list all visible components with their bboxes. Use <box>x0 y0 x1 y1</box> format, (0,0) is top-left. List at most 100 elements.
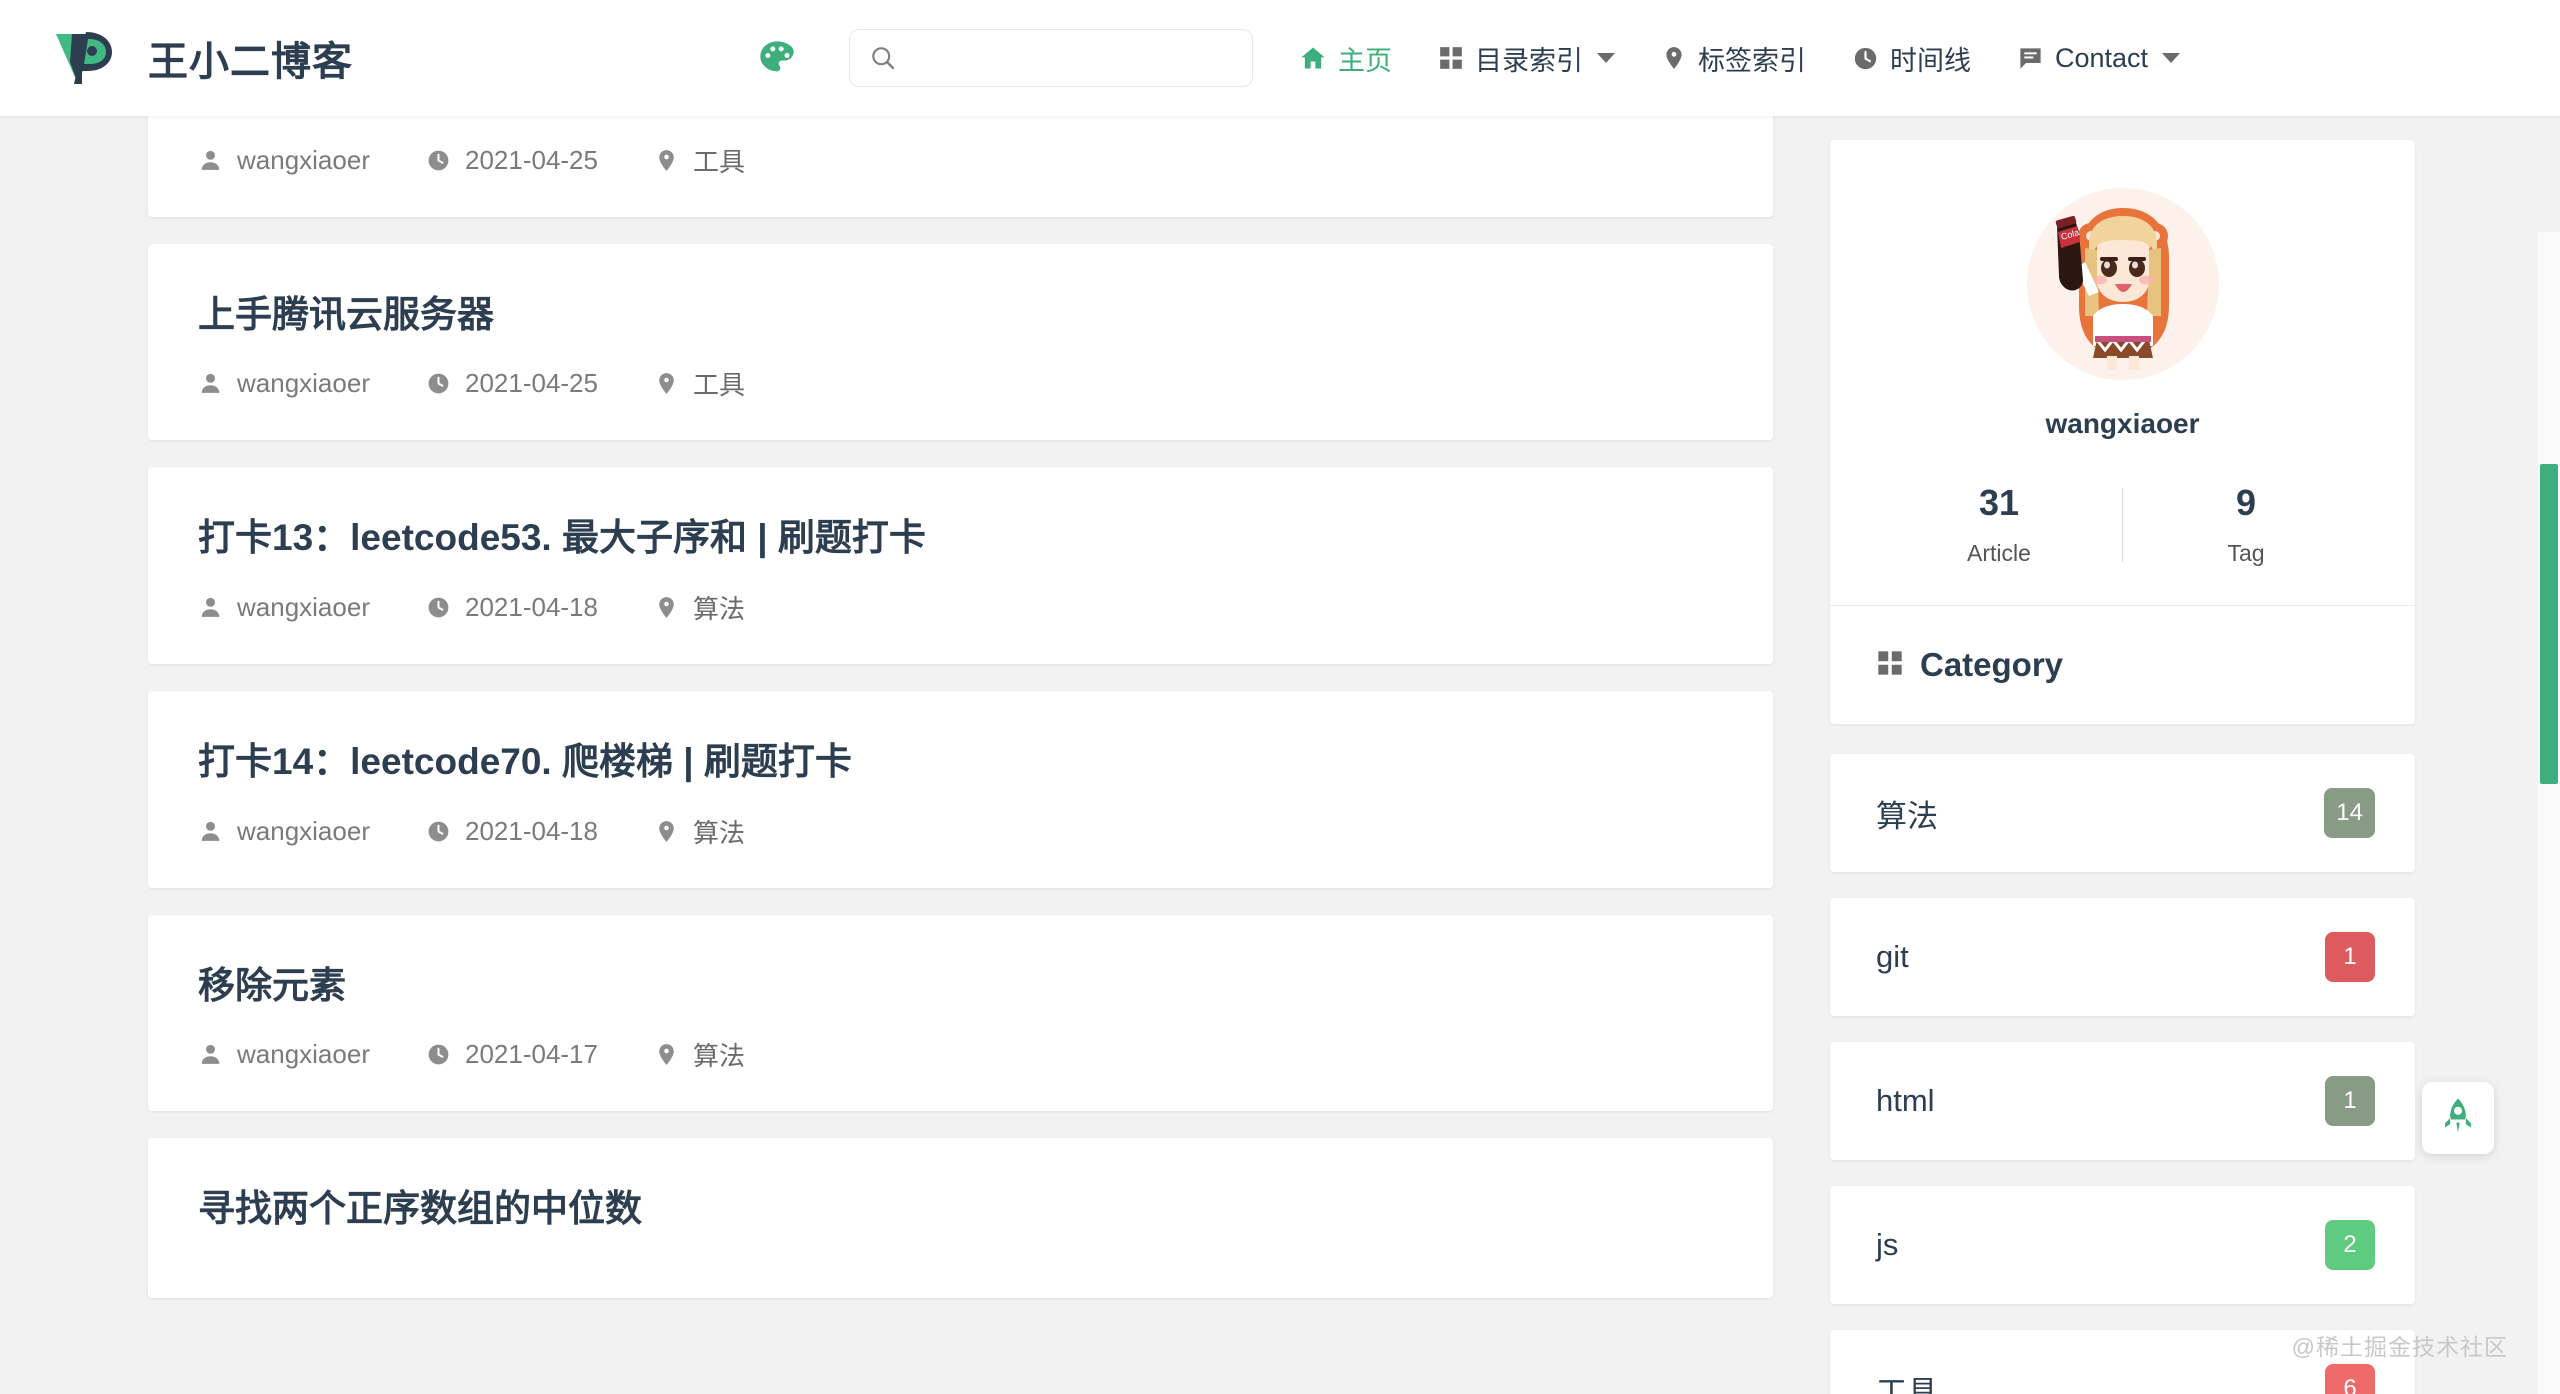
back-to-top-button[interactable] <box>2422 1082 2494 1154</box>
meta-author[interactable]: wangxiaoer <box>198 145 370 176</box>
meta-author[interactable]: wangxiaoer <box>198 592 370 623</box>
user-icon <box>198 371 223 396</box>
meta-author[interactable]: wangxiaoer <box>198 368 370 399</box>
category-name: 工具 <box>1876 1374 1938 1394</box>
nav-item-home-label: 主页 <box>1338 45 1392 76</box>
meta-tag[interactable]: 算法 <box>654 1036 745 1073</box>
chevron-down-icon[interactable] <box>2162 53 2181 63</box>
clock-icon <box>426 595 451 620</box>
nav-item-timeline[interactable]: 时间线 <box>1852 39 1971 78</box>
meta-tag[interactable]: 算法 <box>654 813 745 850</box>
meta-tag-text[interactable]: 算法 <box>693 589 745 626</box>
vuepress-vp-logo-icon <box>48 22 120 94</box>
meta-date: 2021-04-18 <box>426 592 598 623</box>
meta-author-text: wangxiaoer <box>237 1039 370 1070</box>
grid-icon <box>1876 649 1904 682</box>
meta-author[interactable]: wangxiaoer <box>198 1039 370 1070</box>
article-list: 可视化mockjs wangxiaoer 2021-04-25 <box>148 64 1773 1325</box>
category-item-suanfa[interactable]: 算法 14 <box>1830 754 2415 872</box>
meta-tag-text[interactable]: 工具 <box>693 365 745 402</box>
article-title[interactable]: 上手腾讯云服务器 <box>198 288 1723 342</box>
meta-tag[interactable]: 工具 <box>654 142 745 179</box>
message-icon <box>2017 45 2044 72</box>
article-title[interactable]: 打卡13：leetcode53. 最大子序和 | 刷题打卡 <box>198 511 1723 565</box>
stat-article[interactable]: 31 Article <box>1876 482 2122 567</box>
meta-tag-text[interactable]: 工具 <box>693 142 745 179</box>
search-input[interactable] <box>849 29 1253 87</box>
divider <box>1830 605 2415 606</box>
category-item-git[interactable]: git 1 <box>1830 898 2415 1016</box>
palette-icon[interactable] <box>753 34 801 82</box>
watermark: @稀土掘金技术社区 <box>2291 1334 2508 1360</box>
meta-author[interactable]: wangxiaoer <box>198 816 370 847</box>
meta-date: 2021-04-25 <box>426 145 598 176</box>
meta-date-text: 2021-04-17 <box>464 1039 598 1070</box>
nav-links: 主页 目录索引 标签索引 时间线 Contact <box>1299 39 2226 78</box>
article-card[interactable]: 打卡13：leetcode53. 最大子序和 | 刷题打卡 wangxiaoer… <box>148 467 1773 664</box>
meta-date: 2021-04-25 <box>426 368 598 399</box>
nav-item-timeline-label: 时间线 <box>1890 45 1971 76</box>
sidebar: Cola wangxiaoer 31 Article 9 Tag Categor… <box>1830 140 2415 1394</box>
nav-item-contact-label: Contact <box>2055 42 2149 73</box>
category-item-html[interactable]: html 1 <box>1830 1042 2415 1160</box>
search-box[interactable] <box>849 29 1253 87</box>
avatar: Cola <box>2026 188 2219 380</box>
stat-tag-label: Tag <box>2227 540 2265 566</box>
article-title[interactable]: 打卡14：leetcode70. 爬楼梯 | 刷题打卡 <box>198 735 1723 789</box>
profile-stats: 31 Article 9 Tag <box>1876 482 2369 567</box>
category-list: 算法 14 git 1 html 1 js 2 工具 6 <box>1830 754 2415 1394</box>
content-area: 可视化mockjs wangxiaoer 2021-04-25 <box>0 64 2560 1394</box>
page-root: 王小二博客 主页 目录索引 标签索引 时间线 Contact wangxiaoe… <box>0 0 2560 1394</box>
article-card[interactable]: 上手腾讯云服务器 wangxiaoer 2021-04-25 工具 <box>148 243 1773 441</box>
article-title[interactable]: 移除元素 <box>198 959 1723 1013</box>
stat-article-count: 31 <box>1978 482 2020 523</box>
article-meta: wangxiaoer 2021-04-17 算法 <box>198 1036 1723 1073</box>
article-card[interactable]: 寻找两个正序数组的中位数 <box>148 1138 1773 1298</box>
article-meta: wangxiaoer 2021-04-25 工具 <box>198 142 1723 179</box>
meta-tag[interactable]: 算法 <box>654 589 745 626</box>
category-heading: Category <box>1876 646 2369 684</box>
article-card[interactable]: 移除元素 wangxiaoer 2021-04-17 算法 <box>148 914 1773 1112</box>
meta-date-text: 2021-04-18 <box>464 591 598 622</box>
user-icon <box>198 148 223 173</box>
category-count-badge: 1 <box>2325 1076 2375 1126</box>
meta-tag-text[interactable]: 算法 <box>693 1036 745 1073</box>
user-icon <box>198 819 223 844</box>
top-navbar: 王小二博客 主页 目录索引 标签索引 时间线 Contact <box>0 0 2560 116</box>
category-name: js <box>1876 1227 1899 1262</box>
category-name: html <box>1876 1083 1935 1118</box>
nav-item-directory-label: 目录索引 <box>1475 45 1583 76</box>
meta-author-text: wangxiaoer <box>237 368 370 399</box>
tag-icon <box>654 371 679 396</box>
clock-icon <box>426 371 451 396</box>
brand-title: 王小二博客 <box>148 40 353 84</box>
page-scrollbar-track[interactable] <box>2538 232 2560 1394</box>
article-title[interactable]: 寻找两个正序数组的中位数 <box>198 1182 1723 1236</box>
meta-date-text: 2021-04-25 <box>464 368 598 399</box>
meta-tag-text[interactable]: 算法 <box>693 813 745 850</box>
home-icon <box>1299 44 1327 72</box>
meta-tag[interactable]: 工具 <box>654 365 745 402</box>
meta-author-text: wangxiaoer <box>237 144 370 175</box>
category-count-badge: 2 <box>2325 1220 2375 1270</box>
nav-item-tags[interactable]: 标签索引 <box>1661 39 1806 78</box>
nav-item-home[interactable]: 主页 <box>1299 39 1392 78</box>
brand-link[interactable]: 王小二博客 <box>0 22 353 94</box>
article-meta: wangxiaoer 2021-04-18 算法 <box>198 589 1723 626</box>
nav-item-contact[interactable]: Contact <box>2017 42 2181 74</box>
stat-tag-count: 9 <box>2235 482 2257 523</box>
tag-icon <box>654 819 679 844</box>
meta-date-text: 2021-04-18 <box>464 815 598 846</box>
chevron-down-icon[interactable] <box>1597 53 1615 63</box>
nav-item-directory[interactable]: 目录索引 <box>1438 39 1615 78</box>
stat-tag[interactable]: 9 Tag <box>2123 482 2369 567</box>
meta-date: 2021-04-17 <box>426 1039 598 1070</box>
category-item-js[interactable]: js 2 <box>1830 1186 2415 1304</box>
profile-card: Cola wangxiaoer 31 Article 9 Tag Categor… <box>1830 140 2415 724</box>
clock-icon <box>426 819 451 844</box>
nav-item-tags-label: 标签索引 <box>1698 45 1806 76</box>
article-card[interactable]: 打卡14：leetcode70. 爬楼梯 | 刷题打卡 wangxiaoer 2… <box>148 690 1773 888</box>
page-scrollbar-thumb[interactable] <box>2540 464 2558 784</box>
stat-article-label: Article <box>1967 540 2031 566</box>
avatar-wrap: Cola <box>1876 188 2369 380</box>
